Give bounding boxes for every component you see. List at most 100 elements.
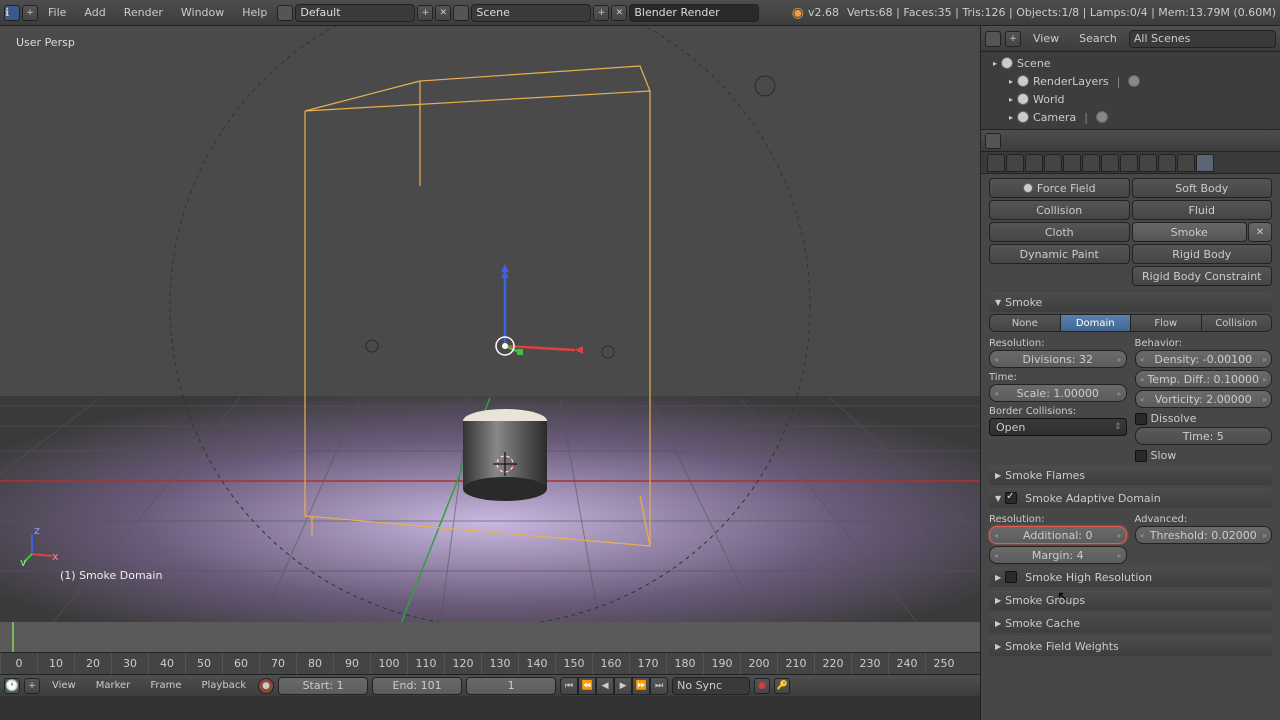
viewport-3d[interactable]: User Persp (1) Smoke Domain z x y + View… [0, 26, 980, 696]
ruler-tick: 20 [74, 653, 111, 674]
scene-dropdown[interactable]: Scene [471, 4, 591, 22]
outliner-search-menu[interactable]: Search [1071, 30, 1125, 47]
menu-help[interactable]: Help [234, 4, 275, 21]
panel-adaptive-domain-header[interactable]: ▼Smoke Adaptive Domain [989, 488, 1272, 508]
play-reverse-icon[interactable]: ◀ [596, 677, 614, 695]
vorticity-field[interactable]: ◂Vorticity: 2.00000▸ [1135, 390, 1273, 408]
tab-data[interactable] [1120, 154, 1138, 172]
panel-smoke-groups-header[interactable]: ▶Smoke Groups [989, 590, 1272, 610]
scale-field[interactable]: ◂Scale: 1.00000▸ [989, 384, 1127, 402]
panel-smoke-header[interactable]: ▼Smoke [989, 292, 1272, 312]
panel-field-weights-header[interactable]: ▶Smoke Field Weights [989, 636, 1272, 656]
tab-scene[interactable] [1025, 154, 1043, 172]
adaptive-domain-checkbox[interactable] [1005, 492, 1017, 504]
timeline-playback-menu[interactable]: Playback [193, 678, 254, 693]
smoke-type-collision[interactable]: Collision [1202, 315, 1272, 331]
btn-smoke[interactable]: Smoke [1132, 222, 1248, 242]
menu-file[interactable]: File [40, 4, 74, 21]
menu-add[interactable]: Add [76, 4, 113, 21]
current-frame-field[interactable]: 1 [466, 677, 556, 695]
editor-type-outliner-icon[interactable] [985, 31, 1001, 47]
border-collisions-dropdown[interactable]: Open [989, 418, 1127, 436]
scene-browse-icon[interactable] [453, 5, 469, 21]
timeline-marker-menu[interactable]: Marker [88, 678, 139, 693]
smoke-type-domain[interactable]: Domain [1061, 315, 1132, 331]
btn-force-field[interactable]: Force Field [989, 178, 1130, 198]
editor-type-properties-icon[interactable] [985, 133, 1001, 149]
layout-browse-icon[interactable] [277, 5, 293, 21]
tab-render-layers[interactable] [1006, 154, 1024, 172]
layout-delete-icon[interactable]: ✕ [435, 5, 451, 21]
ruler-tick: 110 [407, 653, 444, 674]
threshold-field[interactable]: ◂Threshold: 0.02000▸ [1135, 526, 1273, 544]
screen-layout-dropdown[interactable]: Default [295, 4, 415, 22]
panel-smoke-flames-header[interactable]: ▶Smoke Flames [989, 465, 1272, 485]
high-resolution-checkbox[interactable] [1005, 571, 1017, 583]
tab-physics[interactable] [1196, 154, 1214, 172]
divisions-field[interactable]: ◂Divisions: 32▸ [989, 350, 1127, 368]
editor-type-icon[interactable]: ℹ [4, 5, 20, 21]
editor-type-timeline-icon[interactable]: 🕐 [4, 678, 20, 694]
btn-rigid-body-constraint[interactable]: Rigid Body Constraint [1132, 266, 1273, 286]
btn-collision[interactable]: Collision [989, 200, 1130, 220]
tab-material[interactable] [1139, 154, 1157, 172]
outliner-filter-dropdown[interactable]: All Scenes [1129, 30, 1276, 48]
smoke-type-segment[interactable]: NoneDomainFlowCollision [989, 314, 1272, 332]
jump-end-icon[interactable]: ⏭ [650, 677, 668, 695]
panel-smoke-cache-header[interactable]: ▶Smoke Cache [989, 613, 1272, 633]
tab-modifiers[interactable] [1101, 154, 1119, 172]
timeline-collapse-icon[interactable]: + [24, 678, 40, 694]
keyframe-next-icon[interactable]: ⏩ [632, 677, 650, 695]
timeline-view-menu[interactable]: View [44, 678, 84, 693]
auto-keyframe-icon[interactable]: ● [258, 678, 274, 694]
menu-render[interactable]: Render [116, 4, 171, 21]
tab-constraints[interactable] [1082, 154, 1100, 172]
margin-field[interactable]: ◂Margin: 4▸ [989, 546, 1127, 564]
tab-texture[interactable] [1158, 154, 1176, 172]
timeline-cursor[interactable] [12, 622, 14, 652]
timeline-ruler[interactable]: 0102030405060708090100110120130140150160… [0, 652, 980, 674]
header-stats: ◉ v2.68 Verts:68 | Faces:35 | Tris:126 |… [792, 5, 1276, 21]
panel-high-resolution-header[interactable]: ▶Smoke High Resolution [989, 567, 1272, 587]
btn-smoke-remove[interactable]: ✕ [1248, 222, 1272, 242]
jump-start-icon[interactable]: ⏮ [560, 677, 578, 695]
play-icon[interactable]: ▶ [614, 677, 632, 695]
outliner-item[interactable]: ▸Scene [981, 54, 1280, 72]
tab-particles[interactable] [1177, 154, 1195, 172]
smoke-type-none[interactable]: None [990, 315, 1061, 331]
outliner-collapse-icon[interactable]: + [1005, 31, 1021, 47]
btn-dynamic-paint[interactable]: Dynamic Paint [989, 244, 1130, 264]
outliner-view-menu[interactable]: View [1025, 30, 1067, 47]
render-engine-dropdown[interactable]: Blender Render [629, 4, 759, 22]
outliner-item[interactable]: ▸World [981, 90, 1280, 108]
btn-soft-body[interactable]: Soft Body [1132, 178, 1273, 198]
scene-add-icon[interactable]: + [593, 5, 609, 21]
temp-diff-field[interactable]: ◂Temp. Diff.: 0.10000▸ [1135, 370, 1273, 388]
tab-world[interactable] [1044, 154, 1062, 172]
btn-cloth[interactable]: Cloth [989, 222, 1130, 242]
density-field[interactable]: ◂Density: -0.00100▸ [1135, 350, 1273, 368]
smoke-type-flow[interactable]: Flow [1131, 315, 1202, 331]
additional-field[interactable]: ◂Additional: 0▸ [989, 526, 1127, 544]
outliner-tree[interactable]: ▸Scene▸RenderLayers|▸World▸Camera| [981, 52, 1280, 130]
timeline-frame-menu[interactable]: Frame [142, 678, 189, 693]
sync-dropdown[interactable]: No Sync [672, 677, 750, 695]
record-icon[interactable]: ● [754, 678, 770, 694]
end-frame-field[interactable]: End: 101 [372, 677, 462, 695]
scene-delete-icon[interactable]: ✕ [611, 5, 627, 21]
outliner-item[interactable]: ▸Camera| [981, 108, 1280, 126]
btn-rigid-body[interactable]: Rigid Body [1132, 244, 1273, 264]
keyframe-prev-icon[interactable]: ⏪ [578, 677, 596, 695]
outliner-item[interactable]: ▸RenderLayers| [981, 72, 1280, 90]
blender-logo-icon: ◉ [792, 5, 804, 21]
tab-object[interactable] [1063, 154, 1081, 172]
layout-add-icon[interactable]: + [417, 5, 433, 21]
tab-render[interactable] [987, 154, 1005, 172]
plus-icon[interactable]: + [22, 5, 38, 21]
keying-set-icon[interactable]: 🔑 [774, 678, 790, 694]
dissolve-checkbox[interactable] [1135, 413, 1147, 425]
timeline-track[interactable] [0, 622, 980, 652]
btn-fluid[interactable]: Fluid [1132, 200, 1273, 220]
start-frame-field[interactable]: Start: 1 [278, 677, 368, 695]
menu-window[interactable]: Window [173, 4, 232, 21]
